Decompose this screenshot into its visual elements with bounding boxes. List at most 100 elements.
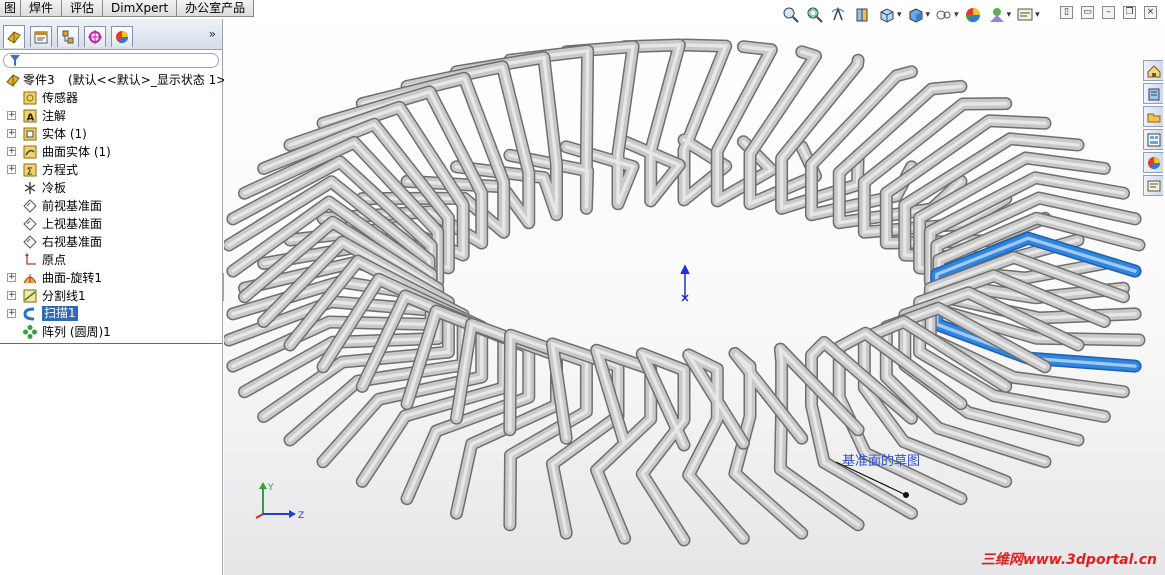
split-line-icon — [23, 289, 37, 303]
apply-scene-button[interactable] — [987, 5, 1007, 25]
root-part-name: 零件3 — [23, 73, 55, 87]
feature-manager-tab[interactable] — [3, 25, 25, 48]
file-explorer-tab[interactable] — [1143, 106, 1163, 127]
equations-icon: Σ — [23, 163, 37, 178]
triad-z-label: Z — [298, 511, 304, 520]
svg-text:Σ: Σ — [27, 167, 33, 178]
display-manager-icon — [116, 31, 128, 44]
tree-item[interactable]: + Σ 方程式 — [0, 161, 222, 179]
tree-item[interactable]: 上视基准面 — [0, 215, 222, 233]
plane-icon — [23, 217, 37, 231]
tree-item[interactable]: + A 注解 — [0, 107, 222, 125]
sketch-callout: 基准面的草图 — [842, 454, 921, 469]
tree-root-part[interactable]: 零件3 (默认<<默认>_显示状态 1>) — [0, 71, 231, 89]
graphics-area[interactable]: ▾ ▾ ▾ ▾ ▾ ▯ ▭ – ❐ × 基准面的草图 Y Z 三维网www.3dportal.c… — [224, 0, 1165, 575]
tree-item[interactable]: + 实体 (1) — [0, 125, 222, 143]
filter-row — [0, 50, 222, 70]
view-settings-icon — [1017, 8, 1033, 21]
part-icon — [6, 74, 20, 87]
tree-item-label: 注解 — [42, 109, 67, 123]
dropdown-arrow-icon[interactable]: ▾ — [897, 10, 902, 20]
file-explorer-icon — [1147, 113, 1160, 122]
origin-marker-icon[interactable] — [680, 264, 690, 302]
dropdown-arrow-icon[interactable]: ▾ — [926, 10, 931, 20]
sweep-icon — [23, 307, 35, 321]
tree-item[interactable]: + 扫描1 — [0, 305, 222, 323]
restore-icon[interactable]: ❐ — [1123, 6, 1136, 19]
previous-view-icon — [831, 6, 845, 21]
minimize-icon[interactable]: – — [1102, 6, 1115, 19]
circular-pattern-icon — [23, 325, 37, 339]
expand-plus-icon[interactable]: + — [7, 165, 16, 174]
view-settings-button[interactable] — [1015, 5, 1035, 25]
toroidal-spring-model[interactable] — [224, 0, 1165, 575]
section-view-icon — [856, 8, 868, 22]
appearances-scenes-tab[interactable] — [1143, 152, 1163, 173]
dimxpert-manager-tab[interactable] — [84, 26, 106, 47]
appearances-scenes-icon — [1147, 156, 1160, 169]
feature-manager-panel: » 零件3 (默认<<默认>_显示状态 1>) 传感器 + A 注解 + 实体 (1) + 曲… — [0, 19, 231, 575]
tree-item[interactable]: + 曲面实体 (1) — [0, 143, 222, 161]
tree-item[interactable]: + 曲面-旋转1 — [0, 269, 222, 287]
previous-view-button[interactable] — [829, 5, 849, 25]
display-style-button[interactable] — [906, 5, 926, 25]
feature-filter-input[interactable] — [3, 53, 219, 68]
close-icon[interactable]: × — [1144, 6, 1157, 19]
heads-up-view-toolbar: ▾ ▾ ▾ ▾ ▾ — [781, 4, 1040, 26]
zoom-to-area-button[interactable] — [805, 5, 825, 25]
command-tab[interactable]: 焊件 — [20, 0, 63, 17]
expand-plus-icon[interactable]: + — [7, 129, 16, 138]
zoom-to-fit-button[interactable] — [781, 5, 801, 25]
expand-tabs-icon[interactable]: » — [209, 27, 216, 41]
tree-item-label: 扫描1 — [42, 306, 78, 321]
hide-show-items-button[interactable] — [934, 5, 954, 25]
tree-item[interactable]: 传感器 — [0, 89, 222, 107]
reference-triad: Y Z — [255, 482, 304, 520]
expand-plus-icon[interactable]: + — [7, 291, 16, 300]
command-tab[interactable]: 办公室产品 — [176, 0, 255, 17]
annotations-icon: A — [23, 109, 37, 124]
tile-horizontal-icon[interactable]: ▭ — [1081, 6, 1094, 19]
solidworks-resources-tab[interactable] — [1143, 60, 1163, 81]
design-library-tab[interactable] — [1143, 83, 1163, 104]
tree-item[interactable]: + 分割线1 — [0, 287, 222, 305]
view-orientation-button[interactable] — [877, 5, 897, 25]
tile-vertical-icon[interactable]: ▯ — [1060, 6, 1073, 19]
revolve-surface-icon — [23, 274, 37, 284]
edit-appearance-button[interactable] — [963, 5, 983, 25]
dimxpert-manager-icon — [88, 30, 102, 44]
edit-appearance-icon — [965, 8, 980, 23]
tree-item-label: 冷板 — [42, 181, 67, 195]
view-palette-tab[interactable] — [1143, 129, 1163, 150]
tree-item-label: 曲面-旋转1 — [42, 271, 102, 285]
plane-icon — [23, 235, 37, 249]
tree-item-label: 前视基准面 — [42, 199, 103, 213]
expand-plus-icon[interactable]: + — [7, 111, 16, 120]
property-manager-tab[interactable] — [30, 26, 52, 47]
tree-item[interactable]: 阵列 (圆周)1 — [0, 323, 222, 341]
dropdown-arrow-icon[interactable]: ▾ — [954, 10, 959, 20]
command-tab[interactable]: DimXpert — [102, 0, 178, 17]
tree-item[interactable]: 前视基准面 — [0, 197, 222, 215]
tree-item[interactable]: 冷板 — [0, 179, 222, 197]
expand-plus-icon[interactable]: + — [7, 309, 16, 318]
configuration-manager-icon — [62, 30, 74, 44]
dropdown-arrow-icon[interactable]: ▾ — [1007, 10, 1012, 20]
tree-item-label: 上视基准面 — [42, 217, 103, 231]
configuration-manager-tab[interactable] — [57, 26, 79, 47]
expand-plus-icon[interactable]: + — [7, 273, 16, 282]
solid-bodies-icon — [23, 127, 37, 141]
expand-plus-icon[interactable]: + — [7, 147, 16, 156]
surface-bodies-icon — [23, 145, 37, 159]
tree-item[interactable]: 原点 — [0, 251, 222, 269]
command-tab[interactable]: 评估 — [61, 0, 104, 17]
section-view-button[interactable] — [853, 5, 873, 25]
dropdown-arrow-icon[interactable]: ▾ — [1035, 10, 1040, 20]
display-manager-tab[interactable] — [111, 26, 133, 47]
rollback-bar[interactable] — [0, 343, 222, 344]
tree-item-label: 阵列 (圆周)1 — [42, 325, 111, 339]
feature-tree: 零件3 (默认<<默认>_显示状态 1>) 传感器 + A 注解 + 实体 (1) + 曲面实… — [0, 71, 231, 344]
tree-item[interactable]: 右视基准面 — [0, 233, 222, 251]
custom-properties-tab[interactable] — [1143, 175, 1163, 196]
command-tab[interactable]: 图 — [0, 0, 22, 17]
